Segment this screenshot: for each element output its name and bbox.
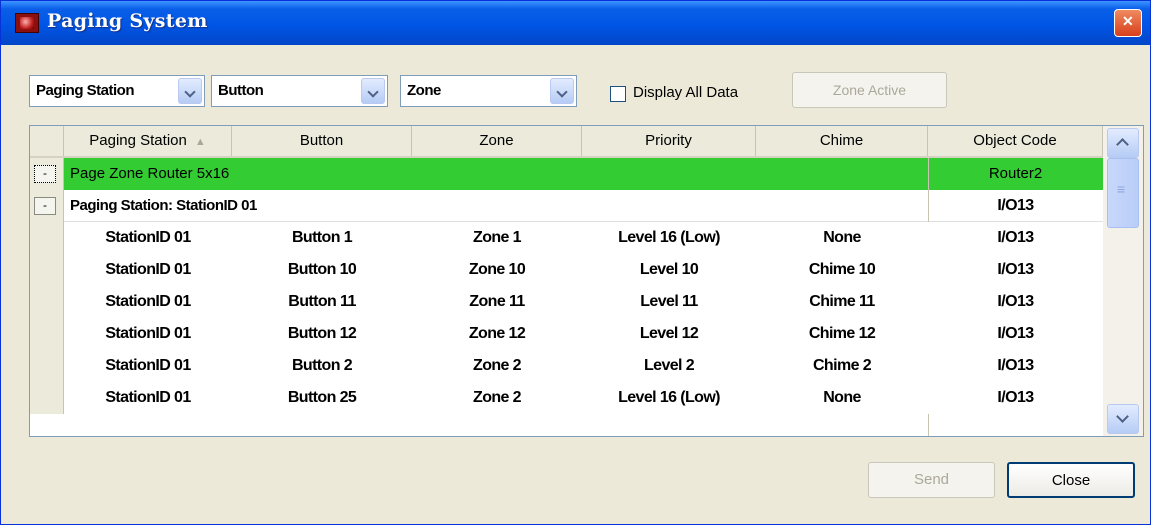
column-header-label: Chime	[819, 132, 864, 149]
close-icon: ✕	[1122, 13, 1134, 29]
object-code-cell: I/O13	[997, 357, 1034, 374]
zone-cell: Zone 1	[473, 229, 522, 246]
station-cell: StationID 01	[105, 357, 191, 374]
priority-cell: Level 16 (Low)	[618, 229, 720, 246]
chevron-down-icon[interactable]	[550, 78, 574, 104]
station-cell: StationID 01	[105, 293, 191, 310]
object-code-cell: I/O13	[997, 389, 1034, 406]
column-header-zone[interactable]: Zone	[412, 126, 582, 156]
zone-cell: Zone 2	[473, 389, 522, 406]
chime-cell: None	[823, 229, 861, 246]
title-bar[interactable]: Paging System ✕	[1, 1, 1150, 45]
paging-data-grid[interactable]: Paging Station ▲ Button Zone Priority Chi…	[29, 125, 1144, 437]
row-header: -	[30, 190, 64, 222]
zone-active-label: Zone Active	[832, 82, 907, 98]
table-row[interactable]: StationID 01 Button 10 Zone 10 Level 10 Chim…	[30, 254, 1103, 286]
button-cell: Button 1	[291, 229, 353, 246]
chevron-down-icon[interactable]	[178, 78, 202, 104]
paging-station-combo-value: Paging Station	[36, 82, 135, 99]
object-code-cell: I/O13	[997, 229, 1034, 246]
button-cell: Button 25	[287, 389, 357, 406]
station-cell: StationID 01	[105, 325, 191, 342]
sort-ascending-icon: ▲	[194, 136, 206, 148]
station-cell: StationID 01	[105, 389, 191, 406]
display-all-data-checkbox[interactable]	[610, 86, 626, 102]
close-button[interactable]: Close	[1007, 462, 1135, 498]
header-corner	[30, 126, 64, 156]
button-combo-value: Button	[218, 82, 264, 99]
collapse-icon[interactable]: -	[34, 197, 56, 215]
row-header	[30, 286, 64, 318]
display-all-data-label[interactable]: Display All Data	[633, 84, 738, 101]
window-title: Paging System	[47, 10, 208, 32]
window-close-button[interactable]: ✕	[1114, 9, 1142, 37]
column-header-label: Zone	[479, 132, 514, 149]
zone-cell: Zone 11	[469, 293, 525, 310]
priority-cell: Level 11	[640, 293, 698, 310]
zone-cell: Zone 10	[468, 261, 526, 278]
table-row[interactable]: StationID 01 Button 12 Zone 12 Level 12 Chim…	[30, 318, 1103, 350]
row-header	[30, 318, 64, 350]
column-header-priority[interactable]: Priority	[582, 126, 756, 156]
table-row[interactable]: StationID 01 Button 11 Zone 11 Level 11 Chim…	[30, 286, 1103, 318]
chime-cell: Chime 12	[808, 325, 876, 342]
object-code-cell: I/O13	[997, 293, 1034, 310]
router-label: Page Zone Router 5x16	[70, 165, 230, 182]
button-cell: Button 2	[291, 357, 353, 374]
chime-cell: Chime 11	[809, 293, 875, 310]
button-cell: Button 10	[287, 261, 357, 278]
station-cell: StationID 01	[105, 261, 191, 278]
column-header-object-code[interactable]: Object Code	[928, 126, 1103, 156]
column-header-label: Priority	[645, 132, 692, 149]
grid-header: Paging Station ▲ Button Zone Priority Chi…	[30, 126, 1103, 158]
paging-system-window: Paging System ✕ Paging Station Button Zo…	[0, 0, 1151, 525]
priority-cell: Level 16 (Low)	[618, 389, 720, 406]
column-header-label: Paging Station	[89, 132, 187, 149]
row-header	[30, 254, 64, 286]
row-header: -	[30, 158, 64, 190]
column-header-label: Object Code	[973, 132, 1057, 149]
zone-active-button[interactable]: Zone Active	[792, 72, 947, 108]
scroll-thumb[interactable]	[1107, 158, 1139, 228]
station-group-label: Paging Station: StationID 01	[70, 197, 257, 214]
app-icon	[15, 13, 39, 33]
chime-cell: Chime 2	[812, 357, 872, 374]
table-row[interactable]: StationID 01 Button 1 Zone 1 Level 16 (Low)…	[30, 222, 1103, 254]
vertical-scrollbar[interactable]	[1103, 126, 1143, 436]
row-header	[30, 350, 64, 382]
collapse-icon[interactable]: -	[34, 165, 56, 183]
column-header-label: Button	[299, 132, 344, 149]
zone-cell: Zone 12	[468, 325, 526, 342]
column-header-button[interactable]: Button	[232, 126, 412, 156]
column-header-paging-station[interactable]: Paging Station ▲	[64, 126, 232, 156]
priority-cell: Level 2	[643, 357, 695, 374]
zone-cell: Zone 2	[473, 357, 522, 374]
zone-combo[interactable]: Zone	[400, 75, 577, 107]
priority-cell: Level 10	[639, 261, 699, 278]
send-button[interactable]: Send	[868, 462, 995, 498]
station-cell: StationID 01	[105, 229, 191, 246]
object-code-cell: I/O13	[997, 261, 1034, 278]
priority-cell: Level 12	[639, 325, 699, 342]
button-cell: Button 12	[287, 325, 357, 342]
scroll-up-icon[interactable]	[1107, 128, 1139, 158]
table-row[interactable]: StationID 01 Button 2 Zone 2 Level 2 Chime 2…	[30, 350, 1103, 382]
object-code-cell: I/O13	[997, 325, 1034, 342]
row-header	[30, 382, 64, 414]
button-cell: Button 11	[288, 293, 356, 310]
column-header-chime[interactable]: Chime	[756, 126, 928, 156]
chevron-down-icon[interactable]	[361, 78, 385, 104]
row-header	[30, 222, 64, 254]
zone-combo-value: Zone	[407, 82, 441, 99]
paging-station-combo[interactable]: Paging Station	[29, 75, 205, 107]
table-row[interactable]: StationID 01 Button 25 Zone 2 Level 16 (Low…	[30, 382, 1103, 414]
chime-cell: None	[823, 389, 861, 406]
chime-cell: Chime 10	[808, 261, 876, 278]
button-combo[interactable]: Button	[211, 75, 388, 107]
scroll-down-icon[interactable]	[1107, 404, 1139, 434]
